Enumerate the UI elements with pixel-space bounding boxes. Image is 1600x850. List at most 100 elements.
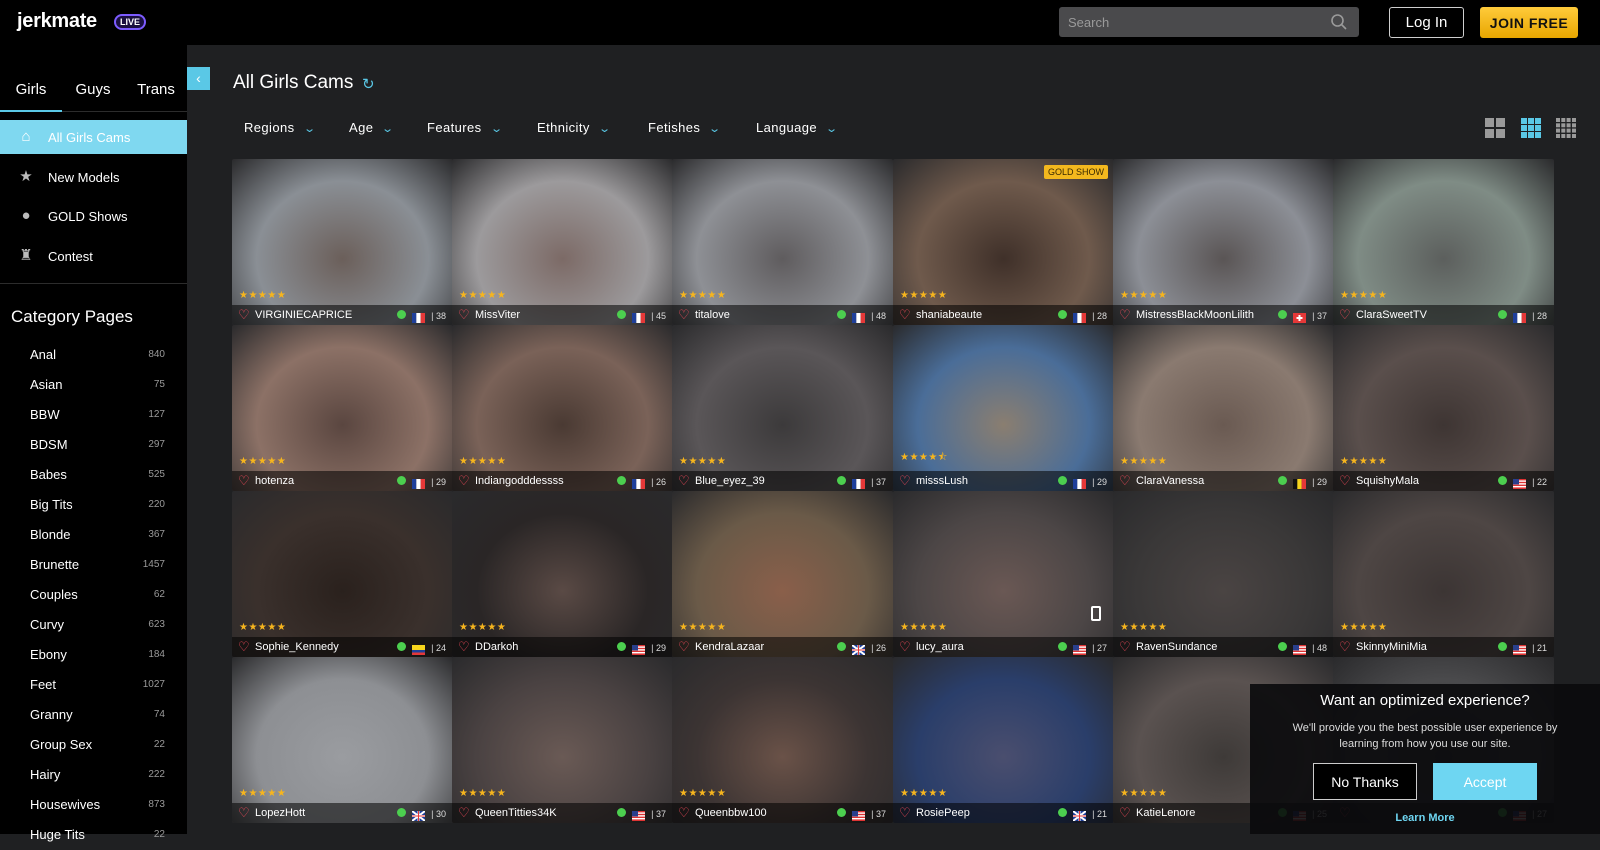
join-free-button[interactable]: JOIN FREE xyxy=(1480,7,1578,38)
filter-language[interactable]: Language ⌄ xyxy=(756,120,838,135)
favorite-heart-icon[interactable]: ♡ xyxy=(238,474,250,488)
no-thanks-button[interactable]: No Thanks xyxy=(1313,763,1417,800)
cam-card[interactable]: ★★★★★ ♡ VIRGINIECAPRICE | 38 xyxy=(232,159,453,325)
favorite-heart-icon[interactable]: ♡ xyxy=(899,308,911,322)
collapse-sidebar-button[interactable]: ‹ xyxy=(187,67,210,90)
filter-age[interactable]: Age ⌄ xyxy=(349,120,394,135)
favorite-heart-icon[interactable]: ♡ xyxy=(678,308,690,322)
nav-all-girls-cams[interactable]: ⌂ All Girls Cams xyxy=(0,120,187,154)
favorite-heart-icon[interactable]: ♡ xyxy=(458,640,470,654)
favorite-heart-icon[interactable]: ♡ xyxy=(899,640,911,654)
medium-grid-view-icon[interactable] xyxy=(1521,118,1541,138)
category-item[interactable]: Anal 840 xyxy=(0,340,187,370)
favorite-heart-icon[interactable]: ♡ xyxy=(458,474,470,488)
favorite-heart-icon[interactable]: ♡ xyxy=(238,806,250,820)
category-item[interactable]: Couples 62 xyxy=(0,580,187,610)
logo[interactable]: jerkmate xyxy=(17,10,97,33)
refresh-icon[interactable]: ↻ xyxy=(362,77,377,92)
favorite-heart-icon[interactable]: ♡ xyxy=(678,806,690,820)
cam-card[interactable]: ★★★★★ ♡ SquishyMala | 22 xyxy=(1333,325,1554,491)
cam-card[interactable]: ★★★★★ ♡ Queenbbw100 | 37 xyxy=(672,657,893,823)
category-item[interactable]: Granny 74 xyxy=(0,700,187,730)
category-item[interactable]: Hairy 222 xyxy=(0,760,187,790)
cam-card[interactable]: ★★★★★ ♡ Indiangodddessss | 26 xyxy=(452,325,673,491)
login-button[interactable]: Log In xyxy=(1389,7,1464,38)
category-name: Couples xyxy=(30,587,78,602)
tab-girls[interactable]: Girls xyxy=(0,67,62,112)
category-item[interactable]: Blonde 367 xyxy=(0,520,187,550)
model-name: LopezHott xyxy=(255,807,306,819)
cam-card[interactable]: ★★★★★ ♡ KendraLazaar | 26 xyxy=(672,491,893,657)
filter-features[interactable]: Features ⌄ xyxy=(427,120,503,135)
category-item[interactable]: BDSM 297 xyxy=(0,430,187,460)
favorite-heart-icon[interactable]: ♡ xyxy=(458,308,470,322)
model-name: RosiePeep xyxy=(916,807,970,819)
card-info-bar: ♡ lucy_aura | 27 xyxy=(893,637,1114,657)
favorite-heart-icon[interactable]: ♡ xyxy=(1119,308,1131,322)
category-item[interactable]: Ebony 184 xyxy=(0,640,187,670)
cam-card[interactable]: ★★★★★ ♡ RavenSundance | 48 xyxy=(1113,491,1334,657)
category-item[interactable]: Brunette 1457 xyxy=(0,550,187,580)
cam-card[interactable]: ★★★★★ ♡ MissViter | 45 xyxy=(452,159,673,325)
cam-card[interactable]: GOLD SHOW ★★★★★ ♡ shaniabeaute | 28 xyxy=(893,159,1114,325)
cam-card[interactable]: ★★★★★ ♡ Sophie_Kennedy | 24 xyxy=(232,491,453,657)
cam-card[interactable]: ★★★★★ ♡ QueenTitties34K | 37 xyxy=(452,657,673,823)
model-name: MistressBlackMoonLilith xyxy=(1136,309,1254,321)
filter-ethnicity[interactable]: Ethnicity ⌄ xyxy=(537,120,611,135)
favorite-heart-icon[interactable]: ♡ xyxy=(1339,308,1351,322)
cam-card[interactable]: ★★★★★ ♡ ClaraSweetTV | 28 xyxy=(1333,159,1554,325)
nav-new-models[interactable]: ★ New Models xyxy=(0,160,187,194)
favorite-heart-icon[interactable]: ♡ xyxy=(678,474,690,488)
cam-card[interactable]: ★★★★★ ♡ SkinnyMiniMia | 21 xyxy=(1333,491,1554,657)
favorite-heart-icon[interactable]: ♡ xyxy=(1119,640,1131,654)
category-item[interactable]: Big Tits 220 xyxy=(0,490,187,520)
cam-card[interactable]: ★★★★★ ♡ MistressBlackMoonLilith | 37 xyxy=(1113,159,1334,325)
filter-regions[interactable]: Regions ⌄ xyxy=(244,120,316,135)
favorite-heart-icon[interactable]: ♡ xyxy=(1339,640,1351,654)
favorite-heart-icon[interactable]: ♡ xyxy=(1119,806,1131,820)
favorite-heart-icon[interactable]: ♡ xyxy=(458,806,470,820)
search-icon[interactable] xyxy=(1330,13,1348,31)
favorite-heart-icon[interactable]: ♡ xyxy=(1119,474,1131,488)
cam-card[interactable]: ★★★★★ ♡ lucy_aura | 27 xyxy=(893,491,1114,657)
cam-card[interactable]: ★★★★★ ♡ RosiePeep | 21 xyxy=(893,657,1114,823)
search-input[interactable] xyxy=(1059,7,1359,37)
cam-card[interactable]: ★★★★★ ♡ hotenza | 29 xyxy=(232,325,453,491)
favorite-heart-icon[interactable]: ♡ xyxy=(678,640,690,654)
favorite-heart-icon[interactable]: ♡ xyxy=(1339,474,1351,488)
nav-contest[interactable]: ♜ Contest xyxy=(0,239,187,273)
card-info-bar: ♡ ClaraSweetTV | 28 xyxy=(1333,305,1554,325)
card-info-bar: ♡ SkinnyMiniMia | 21 xyxy=(1333,637,1554,657)
nav-gold-shows[interactable]: ● GOLD Shows xyxy=(0,199,187,233)
cam-card[interactable]: ★★★★★ ♡ Blue_eyez_39 | 37 xyxy=(672,325,893,491)
category-name: Group Sex xyxy=(30,737,93,752)
category-item[interactable]: Curvy 623 xyxy=(0,610,187,640)
favorite-heart-icon[interactable]: ♡ xyxy=(238,640,250,654)
category-item[interactable]: Feet 1027 xyxy=(0,670,187,700)
cam-card[interactable]: ★★★★★ ♡ titalove | 48 xyxy=(672,159,893,325)
cam-card[interactable]: ★★★★⯪ ♡ misssLush | 29 xyxy=(893,325,1114,491)
model-name: titalove xyxy=(695,309,730,321)
cam-card[interactable]: ★★★★★ ♡ LopezHott | 30 xyxy=(232,657,453,823)
category-item[interactable]: Group Sex 22 xyxy=(0,730,187,760)
category-item[interactable]: Asian 75 xyxy=(0,370,187,400)
country-flag-icon xyxy=(412,476,425,489)
small-grid-view-icon[interactable] xyxy=(1556,118,1576,138)
tab-guys[interactable]: Guys xyxy=(66,67,120,112)
favorite-heart-icon[interactable]: ♡ xyxy=(899,806,911,820)
accept-button[interactable]: Accept xyxy=(1433,763,1537,800)
cam-card[interactable]: ★★★★★ ♡ DDarkoh | 29 xyxy=(452,491,673,657)
learn-more-link[interactable]: Learn More xyxy=(1250,812,1600,824)
favorite-heart-icon[interactable]: ♡ xyxy=(238,308,250,322)
cam-card[interactable]: ★★★★★ ♡ ClaraVanessa | 29 xyxy=(1113,325,1334,491)
category-item[interactable]: Babes 525 xyxy=(0,460,187,490)
category-item[interactable]: Huge Tits 22 xyxy=(0,820,187,850)
online-status-icon xyxy=(1058,642,1067,651)
tab-trans[interactable]: Trans xyxy=(130,67,182,112)
filter-fetishes[interactable]: Fetishes ⌄ xyxy=(648,120,721,135)
favorite-heart-icon[interactable]: ♡ xyxy=(899,474,911,488)
large-grid-view-icon[interactable] xyxy=(1485,118,1505,138)
category-item[interactable]: BBW 127 xyxy=(0,400,187,430)
category-item[interactable]: Housewives 873 xyxy=(0,790,187,820)
online-status-icon xyxy=(1278,476,1287,485)
